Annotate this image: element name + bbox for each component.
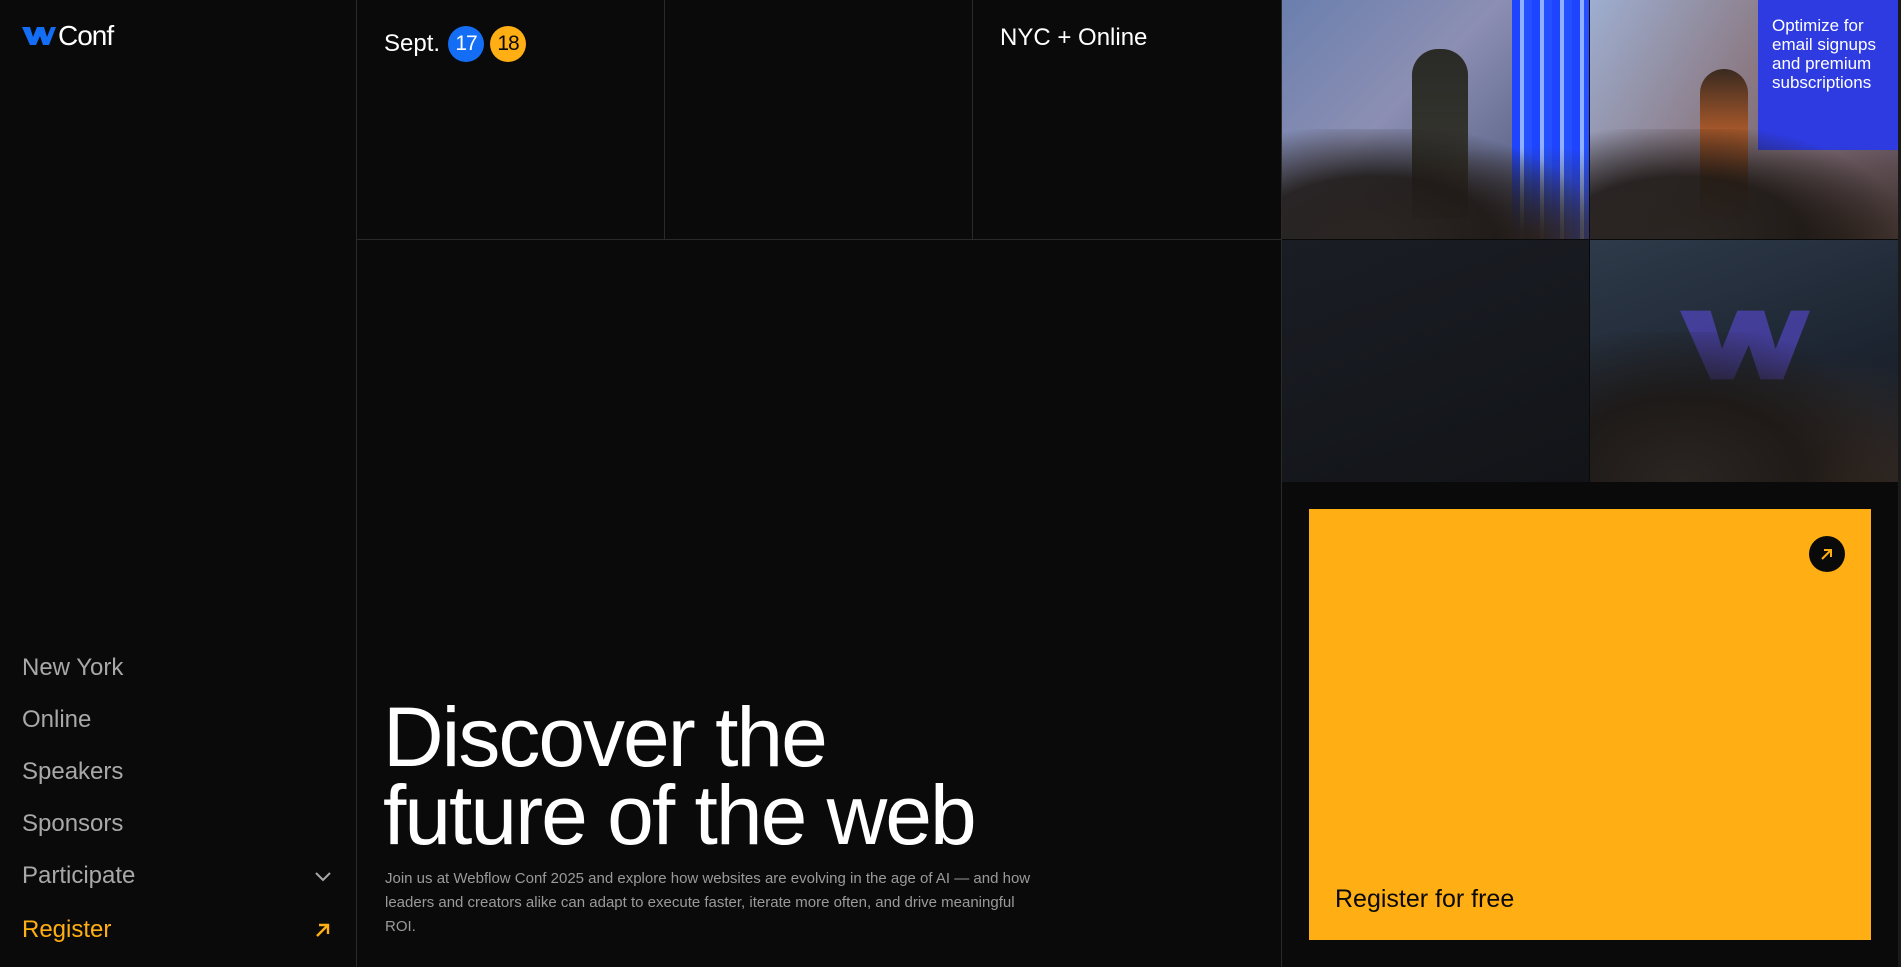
arrow-up-right-icon — [316, 923, 330, 937]
empty-cell — [665, 0, 973, 240]
day-one-badge: 17 — [448, 26, 485, 62]
hero-description: Join us at Webflow Conf 2025 and explore… — [385, 870, 1031, 935]
photo-speaker-stage — [1282, 0, 1589, 239]
nav-item-label: Participate — [22, 862, 136, 889]
arrow-up-right-icon — [1821, 549, 1832, 560]
date-cell: Sept. 17 18 — [357, 0, 665, 240]
audience-figures — [1590, 129, 1898, 239]
event-location: NYC + Online — [1000, 24, 1148, 51]
nav-item-label: Register — [22, 916, 112, 943]
photo-dark-venue — [1282, 240, 1589, 482]
webflow-logo-icon — [22, 27, 56, 45]
crowd-figures — [1590, 332, 1898, 482]
nav-item-sponsors[interactable]: Sponsors — [22, 798, 334, 850]
location-cell: NYC + Online — [973, 0, 1282, 240]
register-for-free-card[interactable]: Register for free — [1309, 509, 1871, 940]
nav-item-speakers[interactable]: Speakers — [22, 746, 334, 798]
nav-item-label: Online — [22, 706, 92, 733]
event-month: Sept. — [384, 30, 441, 57]
hero-headline: Discover the future of the web — [383, 695, 977, 857]
presentation-screen: Optimize for email signups and premium s… — [1758, 0, 1898, 150]
nav-item-label: Speakers — [22, 758, 124, 785]
chevron-down-icon — [315, 872, 331, 882]
nav-item-new-york[interactable]: New York — [22, 642, 334, 694]
audience-figures — [1282, 129, 1589, 239]
logo[interactable]: Conf — [22, 20, 114, 52]
headline-line-2: future of the web — [383, 768, 977, 862]
nav-item-label: Sponsors — [22, 810, 124, 837]
logo-wordmark: Conf — [58, 20, 114, 51]
nav-item-register[interactable]: Register — [22, 902, 334, 958]
nav-item-participate[interactable]: Participate — [22, 850, 334, 902]
sidebar-nav: New York Online Speakers Sponsors Partic… — [22, 642, 334, 958]
hero: Discover the future of the web Join us a… — [357, 240, 1282, 967]
sidebar: Conf New York Online Speakers Sponsors P… — [0, 0, 357, 967]
nav-item-label: New York — [22, 654, 124, 681]
cta-arrow-button — [1809, 536, 1845, 572]
photo-presenter-screen: Optimize for email signups and premium s… — [1590, 0, 1898, 239]
cta-label: Register for free — [1335, 885, 1515, 913]
photo-venue-crowd — [1590, 240, 1898, 482]
day-two-badge: 18 — [490, 26, 527, 62]
event-date: Sept. 17 18 — [384, 26, 527, 62]
nav-item-online[interactable]: Online — [22, 694, 334, 746]
